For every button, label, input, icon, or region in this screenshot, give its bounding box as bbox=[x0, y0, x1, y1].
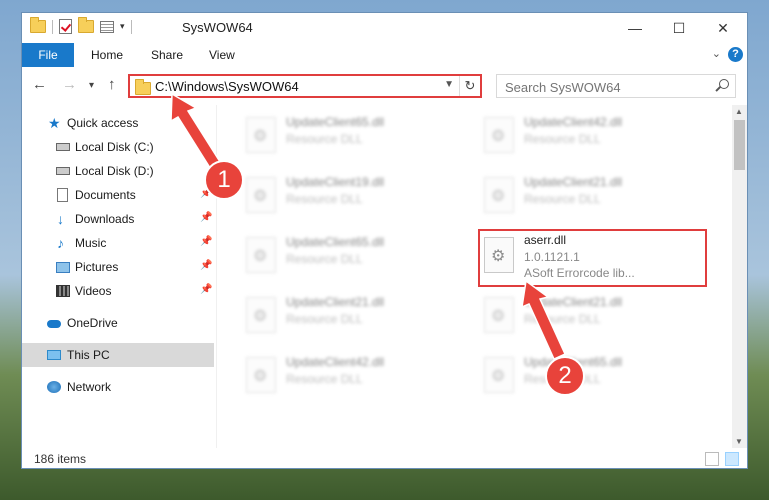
step-2-marker: 2 bbox=[545, 356, 585, 396]
arrow-1 bbox=[170, 92, 224, 173]
step-1-marker: 1 bbox=[204, 160, 244, 200]
annotation-arrows bbox=[170, 92, 566, 360]
arrow-2 bbox=[521, 279, 566, 360]
